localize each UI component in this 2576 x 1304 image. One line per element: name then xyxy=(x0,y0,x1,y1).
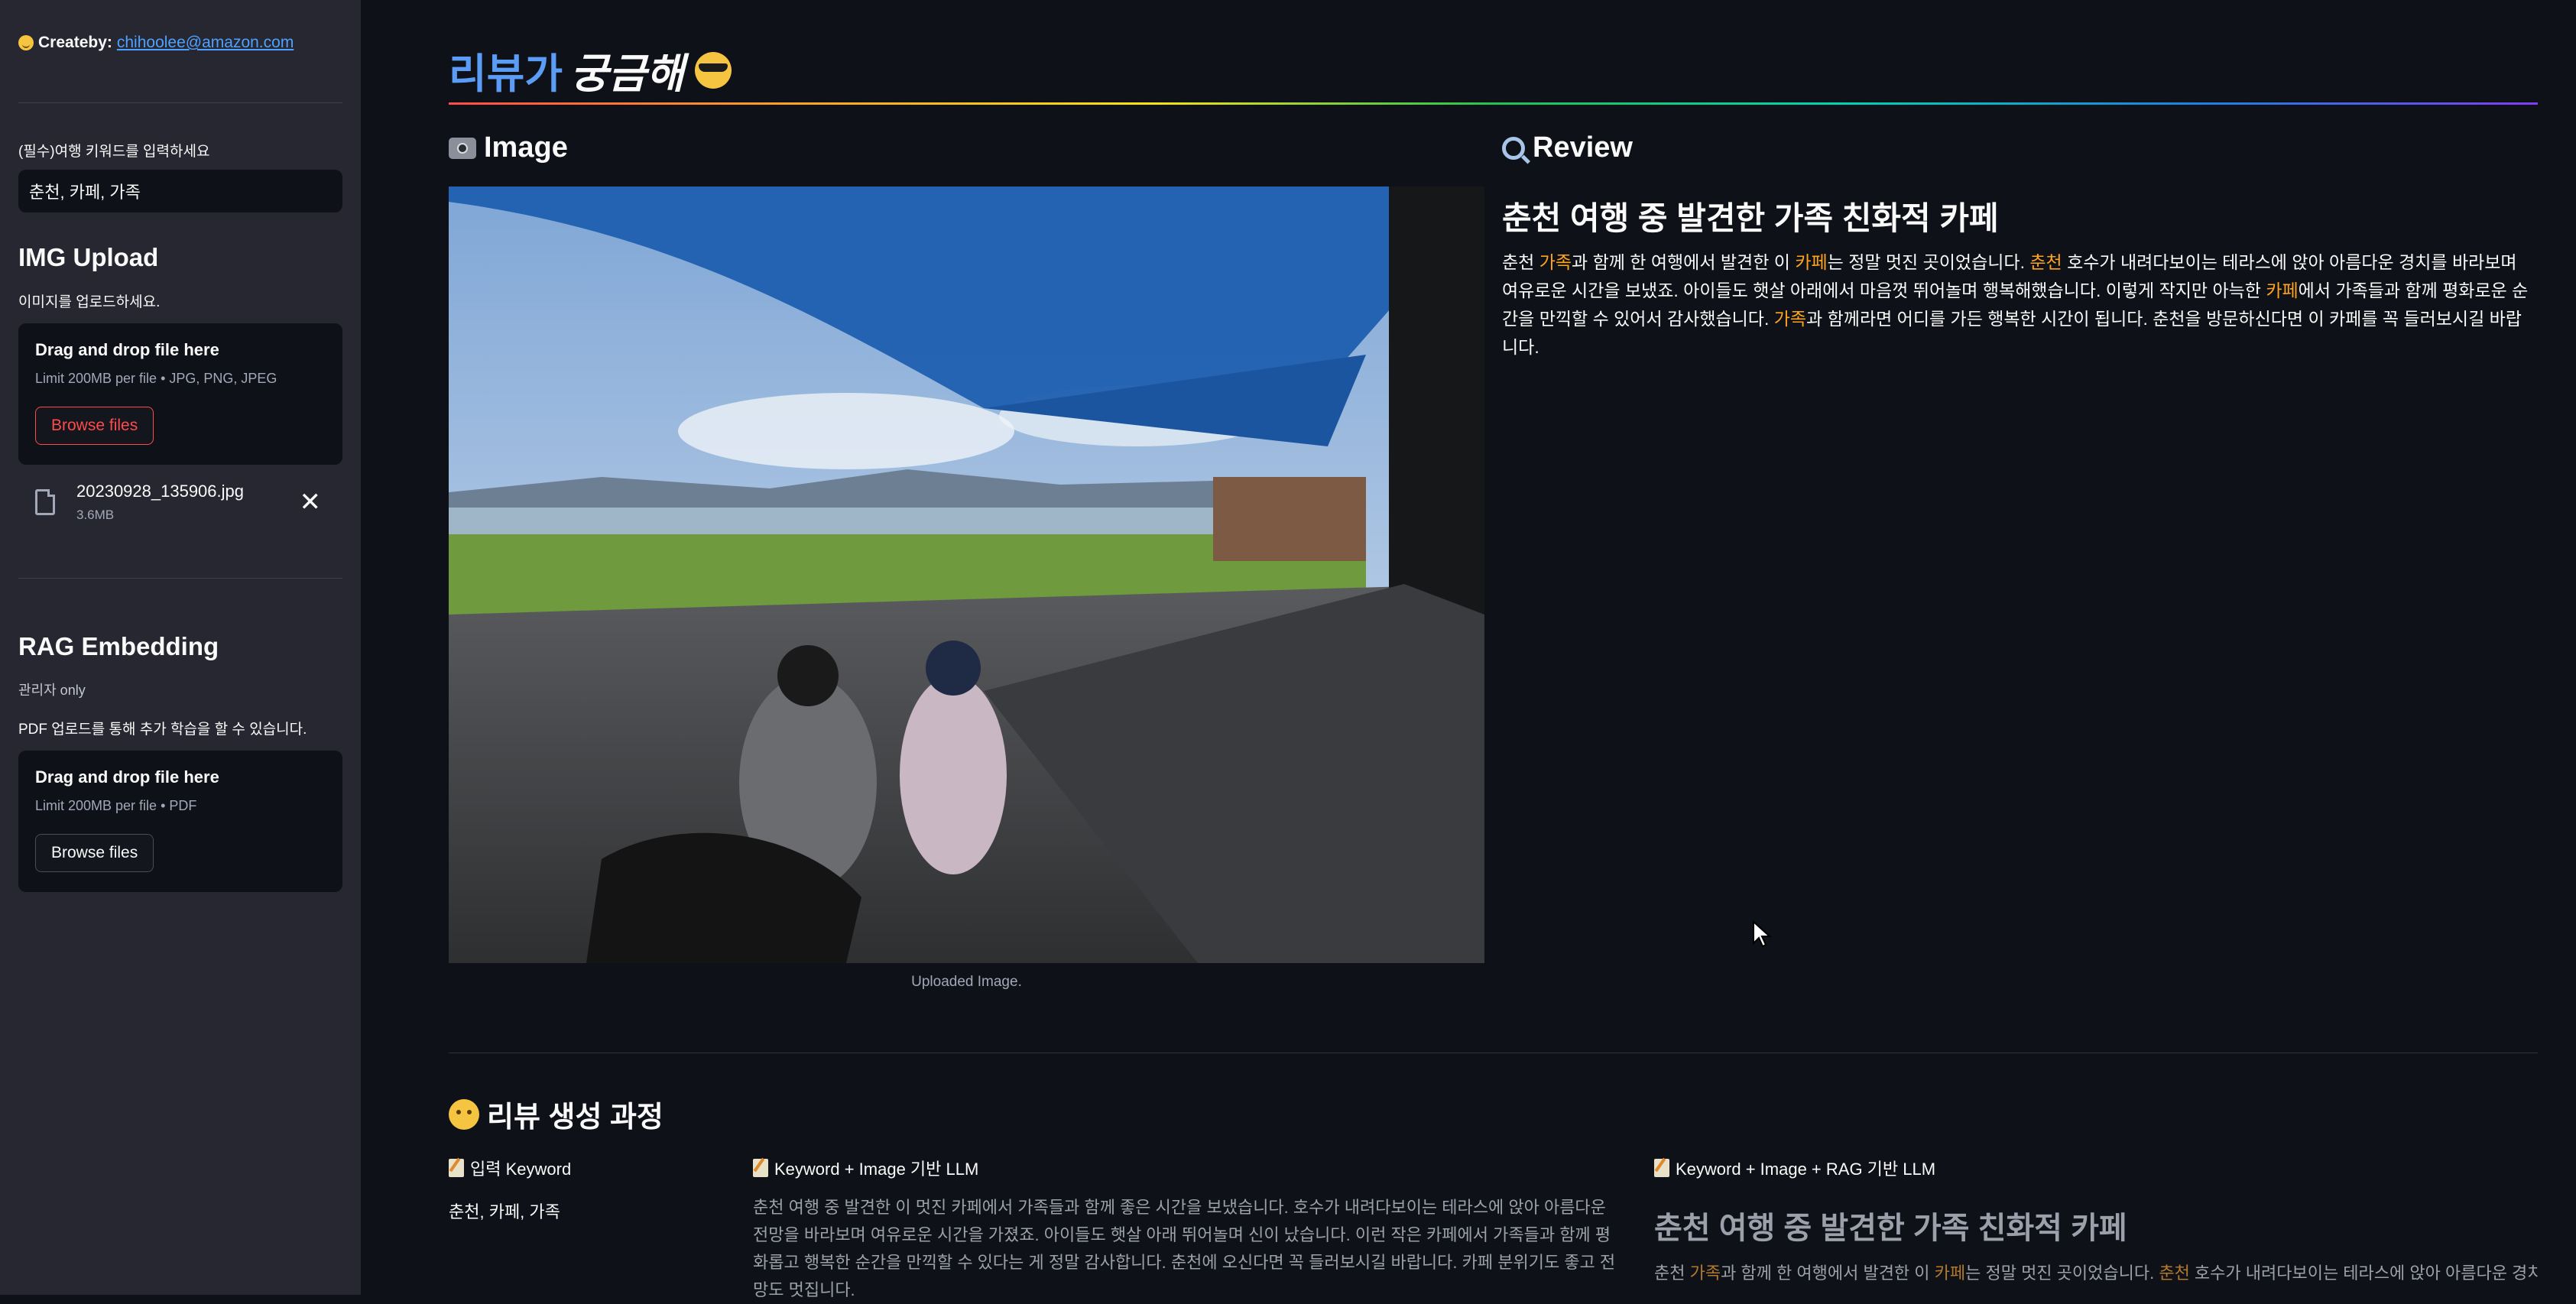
col1-header-label: 입력 Keyword xyxy=(470,1160,572,1179)
createby-email-link[interactable]: chihoolee@amazon.com xyxy=(117,34,294,52)
uploaded-photo xyxy=(449,187,1484,963)
highlighted-keyword: 카페 xyxy=(2266,281,2299,300)
uploaded-file-row: 20230928_135906.jpg 3.6MB ✕ xyxy=(18,482,342,523)
review-text-segment: 과 함께 한 여행에서 발견한 이 xyxy=(1572,252,1796,272)
review-text-segment: 춘천 xyxy=(1654,1263,1690,1283)
main-content: 리뷰가 궁금해 Image Review Uploaded Image. 춘천 … xyxy=(449,0,2538,1299)
highlighted-keyword: 춘천 xyxy=(2029,252,2062,272)
rag-instruction: PDF 업로드를 통해 추가 학습을 할 수 있습니다. xyxy=(18,722,307,738)
img-upload-title: IMG Upload xyxy=(18,243,159,271)
process-section-header: 리뷰 생성 과정 xyxy=(449,1093,663,1135)
image-caption: Uploaded Image. xyxy=(911,974,1022,990)
review-section-header: Review xyxy=(1502,131,1633,164)
review-header-label: Review xyxy=(1533,131,1633,164)
uploaded-file-name: 20230928_135906.jpg xyxy=(76,482,245,501)
col-llm-header: Keyword + Image 기반 LLM xyxy=(753,1156,978,1180)
title-divider xyxy=(449,102,2538,105)
rag-admin-note: 관리자 only xyxy=(18,683,86,698)
memo-icon xyxy=(1654,1159,1669,1177)
browse-pdf-button[interactable]: Browse files xyxy=(35,834,154,872)
review-body: 춘천 가족과 함께 한 여행에서 발견한 이 카페는 정말 멋진 곳이었습니다.… xyxy=(1502,248,2538,362)
image-section-header: Image xyxy=(449,131,568,164)
highlighted-keyword: 춘천 xyxy=(2159,1263,2190,1283)
review-text-segment: 과 함께 한 여행에서 발견한 이 xyxy=(1721,1263,1935,1283)
smile-emoji-icon xyxy=(18,35,34,50)
page-title: 리뷰가 궁금해 xyxy=(449,40,732,100)
rag-embedding-title: RAG Embedding xyxy=(18,632,219,660)
review-text-segment: 춘천 xyxy=(1502,252,1539,272)
dropzone-title: Drag and drop file here xyxy=(35,340,219,359)
createby-line: Createby: chihoolee@amazon.com xyxy=(18,34,342,52)
highlighted-keyword: 카페 xyxy=(1795,252,1828,272)
highlighted-keyword: 가족 xyxy=(1773,309,1807,329)
pdf-dropzone[interactable]: Drag and drop file here Limit 200MB per … xyxy=(18,751,342,892)
memo-icon xyxy=(753,1159,768,1177)
sidebar: Createby: chihoolee@amazon.com (필수)여행 키워… xyxy=(0,0,361,1295)
sidebar-divider-2 xyxy=(18,578,342,579)
sunglasses-emoji-icon xyxy=(695,51,732,89)
camera-icon xyxy=(449,137,476,159)
col1-keyword-value: 춘천, 카페, 가족 xyxy=(449,1202,560,1221)
img-upload-instruction: 이미지를 업로드하세요. xyxy=(18,294,161,310)
remove-file-close-icon[interactable]: ✕ xyxy=(300,489,322,515)
keyword-label: (필수)여행 키워드를 입력하세요 xyxy=(18,144,210,160)
title-part2: 궁금해 xyxy=(570,51,685,97)
col3-rag-review: 춘천 가족과 함께 한 여행에서 발견한 이 카페는 정말 멋진 곳이었습니다.… xyxy=(1654,1260,2538,1287)
review-text-segment: 호수가 내려다보이는 테라스에 앉아 아름다운 경치를 xyxy=(2189,1263,2538,1283)
thinking-face-icon xyxy=(449,1098,479,1130)
mouse-cursor-icon xyxy=(1753,920,1772,948)
uploaded-file-size: 3.6MB xyxy=(76,508,115,522)
highlighted-keyword: 카페 xyxy=(1934,1263,1966,1283)
memo-icon xyxy=(449,1159,464,1177)
col2-llm-review: 춘천 여행 중 발견한 이 멋진 카페에서 가족들과 함께 좋은 시간을 보냈습… xyxy=(753,1198,1616,1299)
sidebar-divider xyxy=(18,102,342,103)
createby-label: Createby: xyxy=(38,34,112,51)
review-title: 춘천 여행 중 발견한 가족 친화적 카페 xyxy=(1502,200,1999,236)
process-title: 리뷰 생성 과정 xyxy=(487,1101,663,1134)
pdf-dropzone-title: Drag and drop file here xyxy=(35,767,219,787)
col-rag-header: Keyword + Image + RAG 기반 LLM xyxy=(1654,1156,1935,1180)
browse-image-button[interactable]: Browse files xyxy=(35,407,154,445)
magnifier-icon xyxy=(1502,136,1525,160)
title-part1: 리뷰가 xyxy=(449,51,563,97)
col2-header-label: Keyword + Image 기반 LLM xyxy=(774,1160,979,1179)
file-icon xyxy=(35,489,55,515)
image-header-label: Image xyxy=(484,131,568,164)
image-dropzone[interactable]: Drag and drop file here Limit 200MB per … xyxy=(18,323,342,465)
dropzone-limit: Limit 200MB per file • JPG, PNG, JPEG xyxy=(35,371,277,386)
highlighted-keyword: 가족 xyxy=(1539,252,1572,272)
col3-header-label: Keyword + Image + RAG 기반 LLM xyxy=(1676,1160,1936,1179)
review-text-segment: 는 정말 멋진 곳이었습니다. xyxy=(1965,1263,2159,1283)
col-keyword-header: 입력 Keyword xyxy=(449,1156,571,1180)
pdf-dropzone-limit: Limit 200MB per file • PDF xyxy=(35,798,197,813)
highlighted-keyword: 가족 xyxy=(1689,1263,1721,1283)
keyword-input[interactable]: 춘천, 카페, 가족 xyxy=(18,170,342,212)
review-text-segment: 는 정말 멋진 곳이었습니다. xyxy=(1827,252,2030,272)
col3-rag-title: 춘천 여행 중 발견한 가족 친화적 카페 xyxy=(1654,1212,2127,1245)
